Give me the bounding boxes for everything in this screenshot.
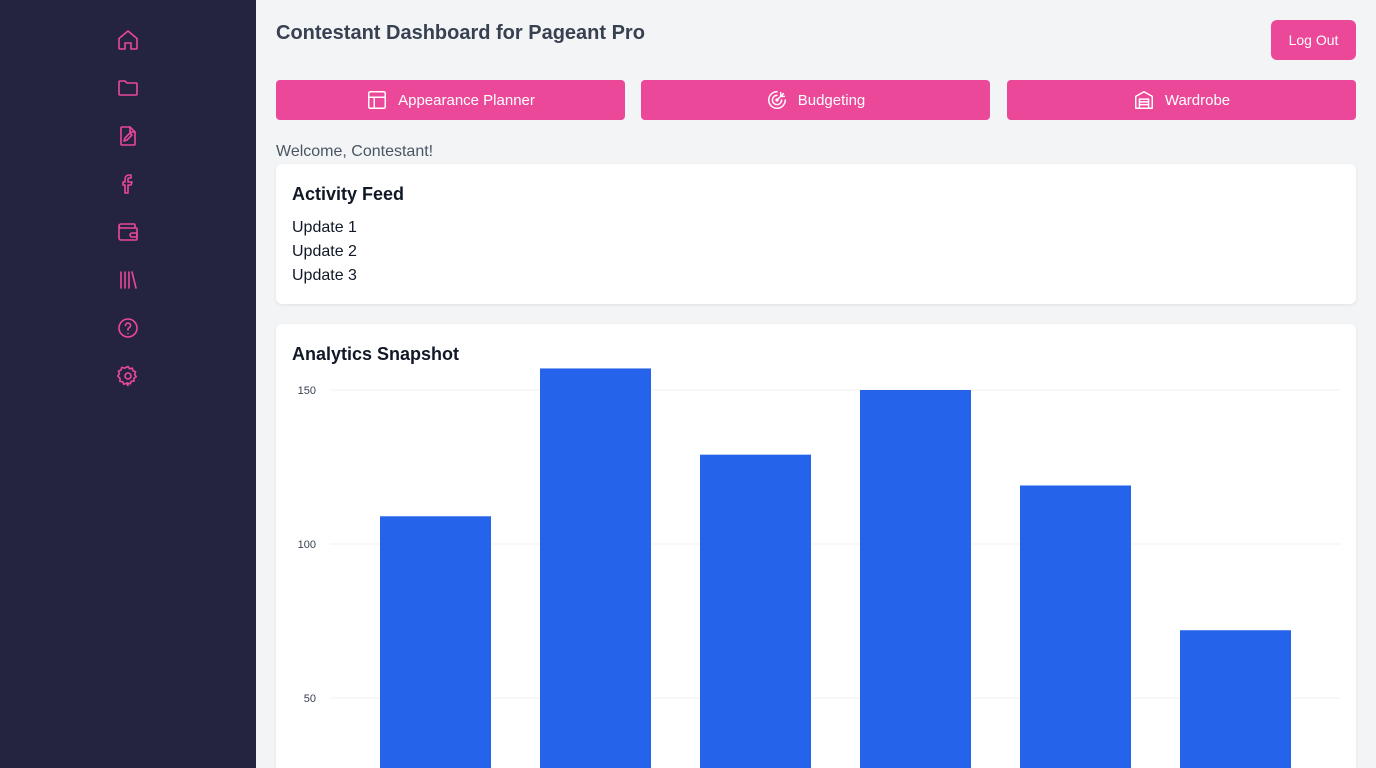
chart-bar[interactable] [1180, 630, 1291, 768]
list-item: Update 1 [292, 219, 357, 236]
layout-icon [368, 91, 387, 109]
library-icon[interactable] [116, 268, 140, 292]
wardrobe-label: Wardrobe [1164, 91, 1231, 109]
activity-feed-title: Activity Feed [292, 184, 405, 204]
chart-bar[interactable] [860, 390, 971, 768]
welcome-message: Welcome, Contestant! [276, 143, 434, 160]
y-tick-label: 50 [304, 693, 316, 705]
chart-bar[interactable] [1020, 485, 1131, 768]
budgeting-button[interactable]: Budgeting [641, 80, 990, 120]
settings-icon[interactable] [116, 364, 140, 388]
y-tick-label: 150 [298, 385, 316, 397]
sidebar [0, 0, 256, 768]
wallet-icon[interactable] [116, 220, 140, 244]
page-title: Contestant Dashboard for Pageant Pro [276, 22, 645, 44]
analytics-card: Analytics Snapshot 50 100 150 [276, 324, 1356, 768]
main-content: Contestant Dashboard for Pageant Pro Log… [256, 0, 1376, 768]
chart-bar[interactable] [700, 454, 811, 768]
facebook-icon[interactable] [116, 172, 140, 196]
analytics-bar-chart: 50 100 150 [298, 368, 1341, 768]
appearance-planner-button[interactable]: Appearance Planner [276, 80, 625, 120]
activity-feed-card: Activity Feed Update 1 Update 2 Update 3 [276, 164, 1356, 304]
warehouse-icon [1134, 91, 1153, 109]
folder-icon[interactable] [116, 76, 140, 100]
file-edit-icon[interactable] [116, 124, 140, 148]
chart-bar[interactable] [380, 516, 491, 768]
budgeting-label: Budgeting [797, 91, 866, 109]
log-out-button[interactable]: Log Out [1271, 20, 1356, 60]
help-circle-icon[interactable] [116, 316, 140, 340]
list-item: Update 2 [292, 243, 357, 260]
chart-bar[interactable] [540, 368, 651, 768]
target-arrow-icon [767, 91, 786, 109]
list-item: Update 3 [292, 267, 357, 284]
appearance-planner-label: Appearance Planner [398, 91, 535, 109]
wardrobe-button[interactable]: Wardrobe [1007, 80, 1356, 120]
y-tick-label: 100 [298, 539, 316, 551]
home-icon[interactable] [116, 28, 140, 52]
